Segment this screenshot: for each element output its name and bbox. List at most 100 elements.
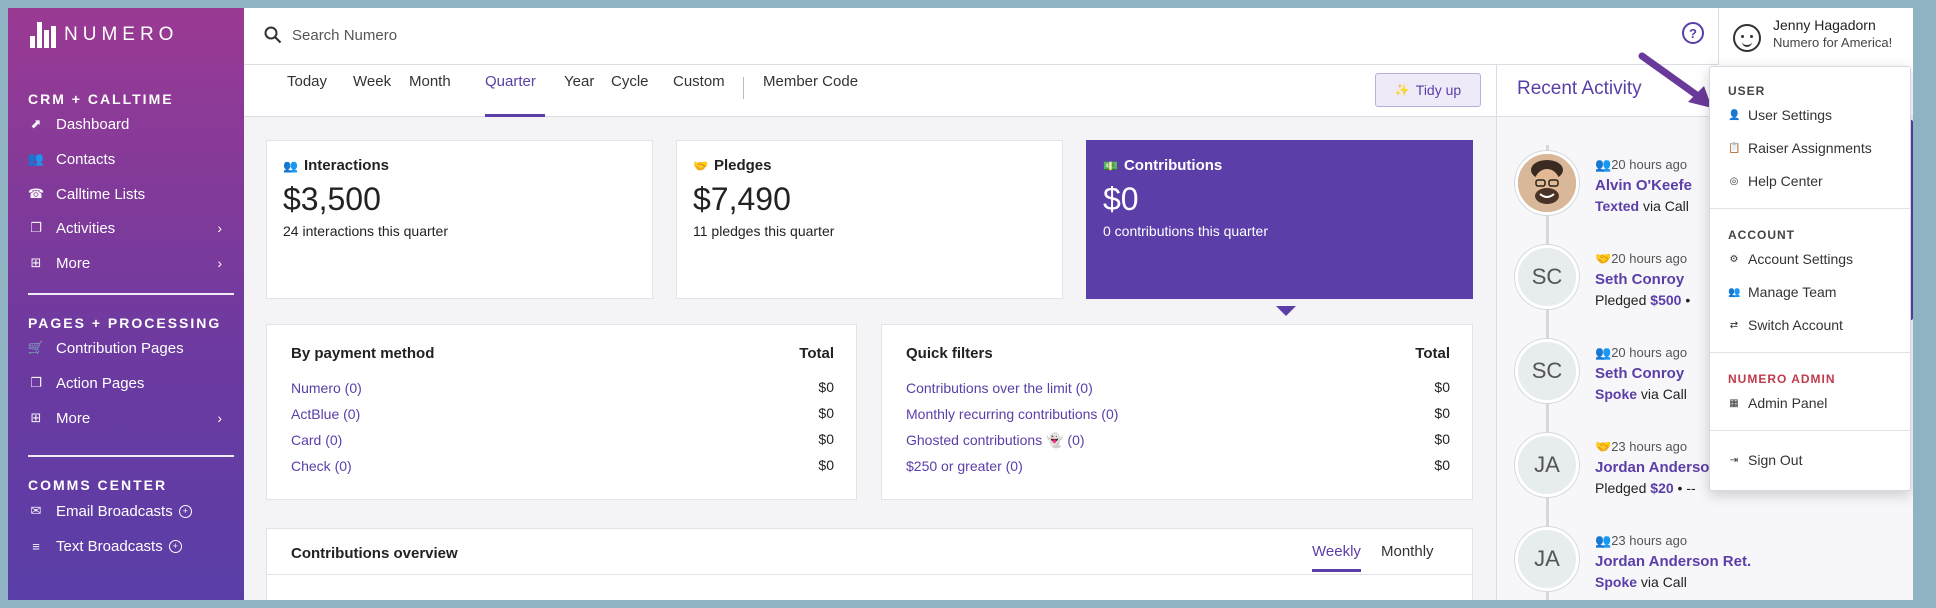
tidy-up-button[interactable]: ✨ Tidy up [1375,73,1481,107]
sidebar-item-email-broadcasts[interactable]: ✉ Email Broadcasts + [28,497,230,525]
search-input[interactable]: Search Numero [264,26,397,44]
filter-250-or-greater[interactable]: $250 or greater (0) [906,458,1023,474]
activity-time: 🤝23 hours ago [1595,439,1687,455]
annotation-arrow-icon [1638,52,1712,108]
activity-rest: via Call [1639,198,1689,214]
tab-monthly[interactable]: Monthly [1381,543,1434,560]
menu-item-sign-out[interactable]: ⇥ Sign Out [1728,452,1803,468]
payment-row-check[interactable]: Check (0) [291,458,352,474]
sidebar-item-action-pages[interactable]: ❐ Action Pages [28,369,230,397]
sidebar-item-label: More [56,254,91,272]
activity-time-text: 23 hours ago [1611,533,1688,548]
filter-monthly-recurring[interactable]: Monthly recurring contributions (0) [906,406,1118,422]
chevron-right-icon: › [217,220,222,236]
activity-time-text: 23 hours ago [1611,439,1688,454]
activity-action: Pledged [1595,480,1651,496]
card-title-text: Contributions [1123,157,1223,174]
sidebar-item-contribution-pages[interactable]: 🛒 Contribution Pages [28,334,230,362]
contributions-card[interactable]: 💵 Contributions $0 0 contributions this q… [1086,140,1473,299]
menu-item-help-center[interactable]: ◎ Help Center [1728,173,1823,189]
avatar[interactable]: SC [1515,339,1579,403]
numero-logo[interactable]: NUMERO [30,22,178,48]
filter-over-limit[interactable]: Contributions over the limit (0) [906,380,1093,396]
tab-quarter[interactable]: Quarter [485,65,545,117]
sidebar-item-dashboard[interactable]: ⬈ Dashboard [28,110,230,138]
sidebar-item-calltime-lists[interactable]: ☎ Calltime Lists [28,180,230,208]
menu-section-account: ACCOUNT [1728,228,1795,242]
filter-amount: $0 [1434,405,1450,421]
activity-rest: • [1681,292,1691,308]
activity-contact-link[interactable]: Seth Conroy [1595,271,1684,288]
activity-description: Spoke via Call [1595,386,1687,402]
activity-action[interactable]: Spoke [1595,574,1637,590]
payment-row-card[interactable]: Card (0) [291,432,342,448]
divider [743,77,744,99]
tab-custom[interactable]: Custom [673,65,725,117]
activity-action[interactable]: Spoke [1595,386,1637,402]
card-title: 💵 Contributions [1103,157,1222,174]
tab-year[interactable]: Year [564,65,594,117]
tab-week[interactable]: Week [353,65,391,117]
tab-cycle[interactable]: Cycle [611,65,649,117]
pledge-icon: 🤝 [693,158,708,173]
chevron-right-icon: › [217,255,222,271]
menu-item-account-settings[interactable]: ⚙ Account Settings [1728,251,1854,267]
filter-amount: $0 [1434,379,1450,395]
chat-icon: 👥 [1595,345,1612,360]
pledges-card[interactable]: 🤝 Pledges $7,490 11 pledges this quarter [676,140,1063,299]
activity-contact-link[interactable]: Alvin O'Keefe [1595,177,1692,194]
divider [28,293,234,295]
avatar[interactable]: JA [1515,527,1579,591]
user-menu-toggle[interactable]: Jenny Hagadorn Numero for America! [1718,8,1913,65]
menu-item-user-settings[interactable]: 👤 User Settings [1728,107,1832,123]
sidebar-item-contacts[interactable]: 👥 Contacts [28,145,230,173]
menu-item-admin-panel[interactable]: ▦ Admin Panel [1728,395,1827,411]
avatar[interactable]: JA [1515,433,1579,497]
sidebar-item-activities[interactable]: ❐ Activities › [28,214,230,242]
filter-amount: $0 [1434,431,1450,447]
search-icon [264,26,282,44]
payment-row-numero[interactable]: Numero (0) [291,380,362,396]
menu-item-manage-team[interactable]: 👥 Manage Team [1728,284,1836,300]
activity-contact-link[interactable]: Seth Conroy [1595,365,1684,382]
avatar[interactable]: SC [1515,245,1579,309]
interactions-card[interactable]: 👥 Interactions $3,500 24 interactions thi… [266,140,653,299]
tidy-up-label: Tidy up [1415,82,1462,98]
activity-description: Pledged $500 • [1595,292,1690,308]
overview-title: Contributions overview [291,545,458,562]
payment-amount: $0 [818,405,834,421]
filter-ghosted[interactable]: Ghosted contributions 👻 (0) [906,432,1085,449]
quick-filters-card: Quick filters Total Contributions over t… [881,324,1473,500]
activity-time: 👥20 hours ago [1595,157,1687,173]
activity-time-text: 20 hours ago [1611,251,1688,266]
activity-value: $20 [1650,480,1674,496]
avatar[interactable] [1515,151,1579,215]
assignments-icon: 📋 [1728,142,1741,154]
activity-description: Spoke via Call [1595,574,1687,590]
menu-item-switch-account[interactable]: ⇄ Switch Account [1728,317,1843,333]
sidebar-item-more-pages[interactable]: ⊞ More › [28,404,230,432]
activity-time: 🤝20 hours ago [1595,251,1687,267]
sidebar: NUMERO CRM + CALLTIME ⬈ Dashboard 👥 Cont… [8,8,244,600]
tab-member-code[interactable]: Member Code [763,65,858,117]
help-icon[interactable]: ? [1682,22,1704,44]
sidebar-item-label: Dashboard [56,115,130,133]
pledge-icon: 🤝 [1595,439,1612,454]
activity-contact-link[interactable]: Jordan Anderson Ret. [1595,553,1751,570]
sidebar-item-more[interactable]: ⊞ More › [28,249,230,277]
activity-contact-link[interactable]: Jordan Anderson [1595,459,1719,476]
tab-today[interactable]: Today [287,65,327,117]
page-icon: ❐ [30,375,42,390]
pledge-icon: 🤝 [1595,251,1612,266]
payment-row-actblue[interactable]: ActBlue (0) [291,406,360,422]
tab-weekly[interactable]: Weekly [1312,543,1361,572]
sidebar-item-text-broadcasts[interactable]: ≡ Text Broadcasts + [28,532,230,560]
payment-total-header: Total [799,345,834,362]
contributions-overview-card: Contributions overview Weekly Monthly [266,528,1473,600]
tab-month[interactable]: Month [409,65,451,117]
activity-action[interactable]: Texted [1595,198,1639,214]
pledges-value: $7,490 [693,181,791,217]
contributions-sub: 0 contributions this quarter [1103,223,1268,239]
lifebuoy-icon: ◎ [1729,175,1739,187]
menu-item-raiser-assignments[interactable]: 📋 Raiser Assignments [1728,140,1872,156]
